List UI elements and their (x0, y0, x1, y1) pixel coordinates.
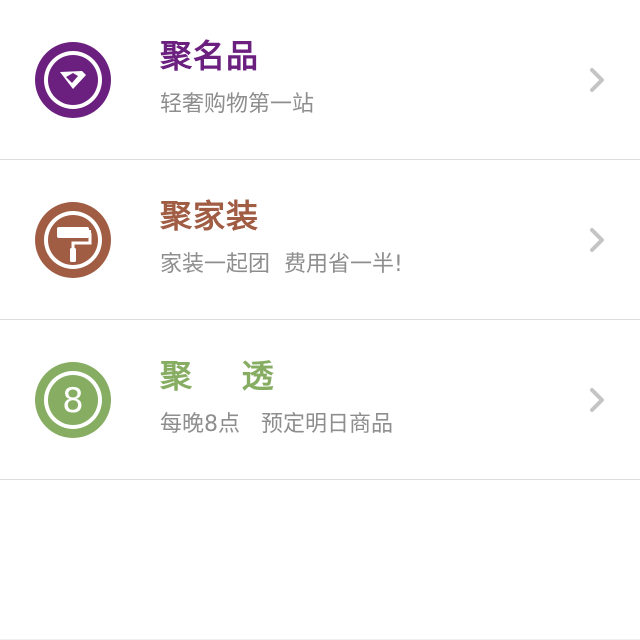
list-item-jutou[interactable]: 8 聚 透 每晚8点 预定明日商品 (0, 320, 640, 480)
item-subtitle: 轻奢购物第一站 (160, 92, 315, 117)
item-title: 聚 透 (160, 357, 275, 395)
item-subtitle: 每晚8点 预定明日商品 (160, 412, 393, 437)
chevron-right-icon (584, 384, 610, 416)
paint-roller-icon (33, 200, 113, 280)
item-title: 聚家装 (160, 197, 260, 235)
list-item-jujiazhuang[interactable]: 聚家装 家装一起团 费用省一半! (0, 160, 640, 320)
item-subtitle: 家装一起团 费用省一半! (160, 252, 403, 277)
item-title: 聚名品 (160, 37, 260, 75)
chevron-right-icon (584, 224, 610, 256)
category-list: 聚名品 轻奢购物第一站 聚家装 家装一起团 费用省一半! 8 聚 透 每晚8点 … (0, 0, 640, 640)
svg-text:8: 8 (62, 381, 84, 421)
diamond-icon (33, 40, 113, 120)
list-item-juming[interactable]: 聚名品 轻奢购物第一站 (0, 0, 640, 160)
number-8-icon: 8 (33, 360, 113, 440)
chevron-right-icon (584, 64, 610, 96)
